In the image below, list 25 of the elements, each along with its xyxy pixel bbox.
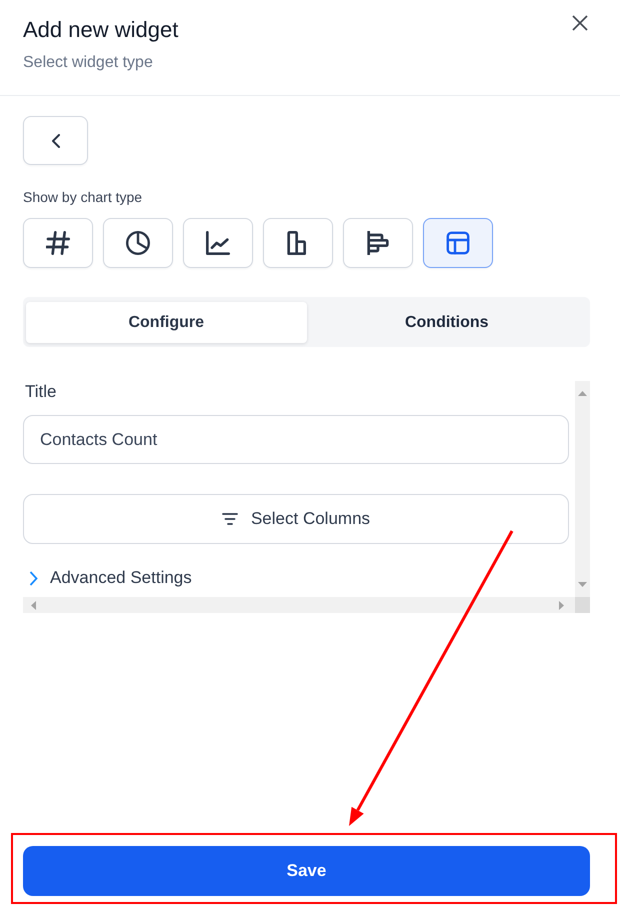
chart-type-label: Show by chart type bbox=[23, 188, 142, 206]
chart-type-button[interactable] bbox=[23, 218, 93, 268]
chart-type-button[interactable] bbox=[183, 218, 253, 268]
select-columns-button[interactable]: Select Columns bbox=[23, 494, 569, 544]
chevron-left-icon bbox=[52, 134, 60, 148]
hash-icon bbox=[46, 231, 70, 255]
field-label: Title bbox=[25, 382, 56, 402]
advanced-settings-toggle[interactable]: Advanced Settings bbox=[23, 568, 192, 588]
save-button[interactable]: Save bbox=[23, 846, 590, 896]
scrollbar-corner bbox=[575, 597, 590, 613]
title-input[interactable]: Contacts Count bbox=[23, 415, 569, 464]
pie-chart-icon bbox=[126, 231, 150, 255]
close-icon bbox=[572, 15, 588, 31]
dialog-subtitle: Select widget type bbox=[23, 53, 154, 73]
tab[interactable]: Configure bbox=[26, 302, 306, 343]
filter-icon bbox=[222, 513, 238, 525]
horizontal-bar-chart-icon bbox=[366, 231, 390, 255]
dialog-title: Add new widget bbox=[23, 16, 178, 44]
chart-type-button[interactable] bbox=[103, 218, 173, 268]
chart-type-button[interactable] bbox=[343, 218, 413, 268]
chart-type-button[interactable] bbox=[263, 218, 333, 268]
tab[interactable]: Conditions bbox=[306, 302, 587, 343]
close-button[interactable] bbox=[572, 15, 588, 31]
table-icon bbox=[446, 231, 470, 255]
line-chart-icon bbox=[206, 231, 230, 255]
